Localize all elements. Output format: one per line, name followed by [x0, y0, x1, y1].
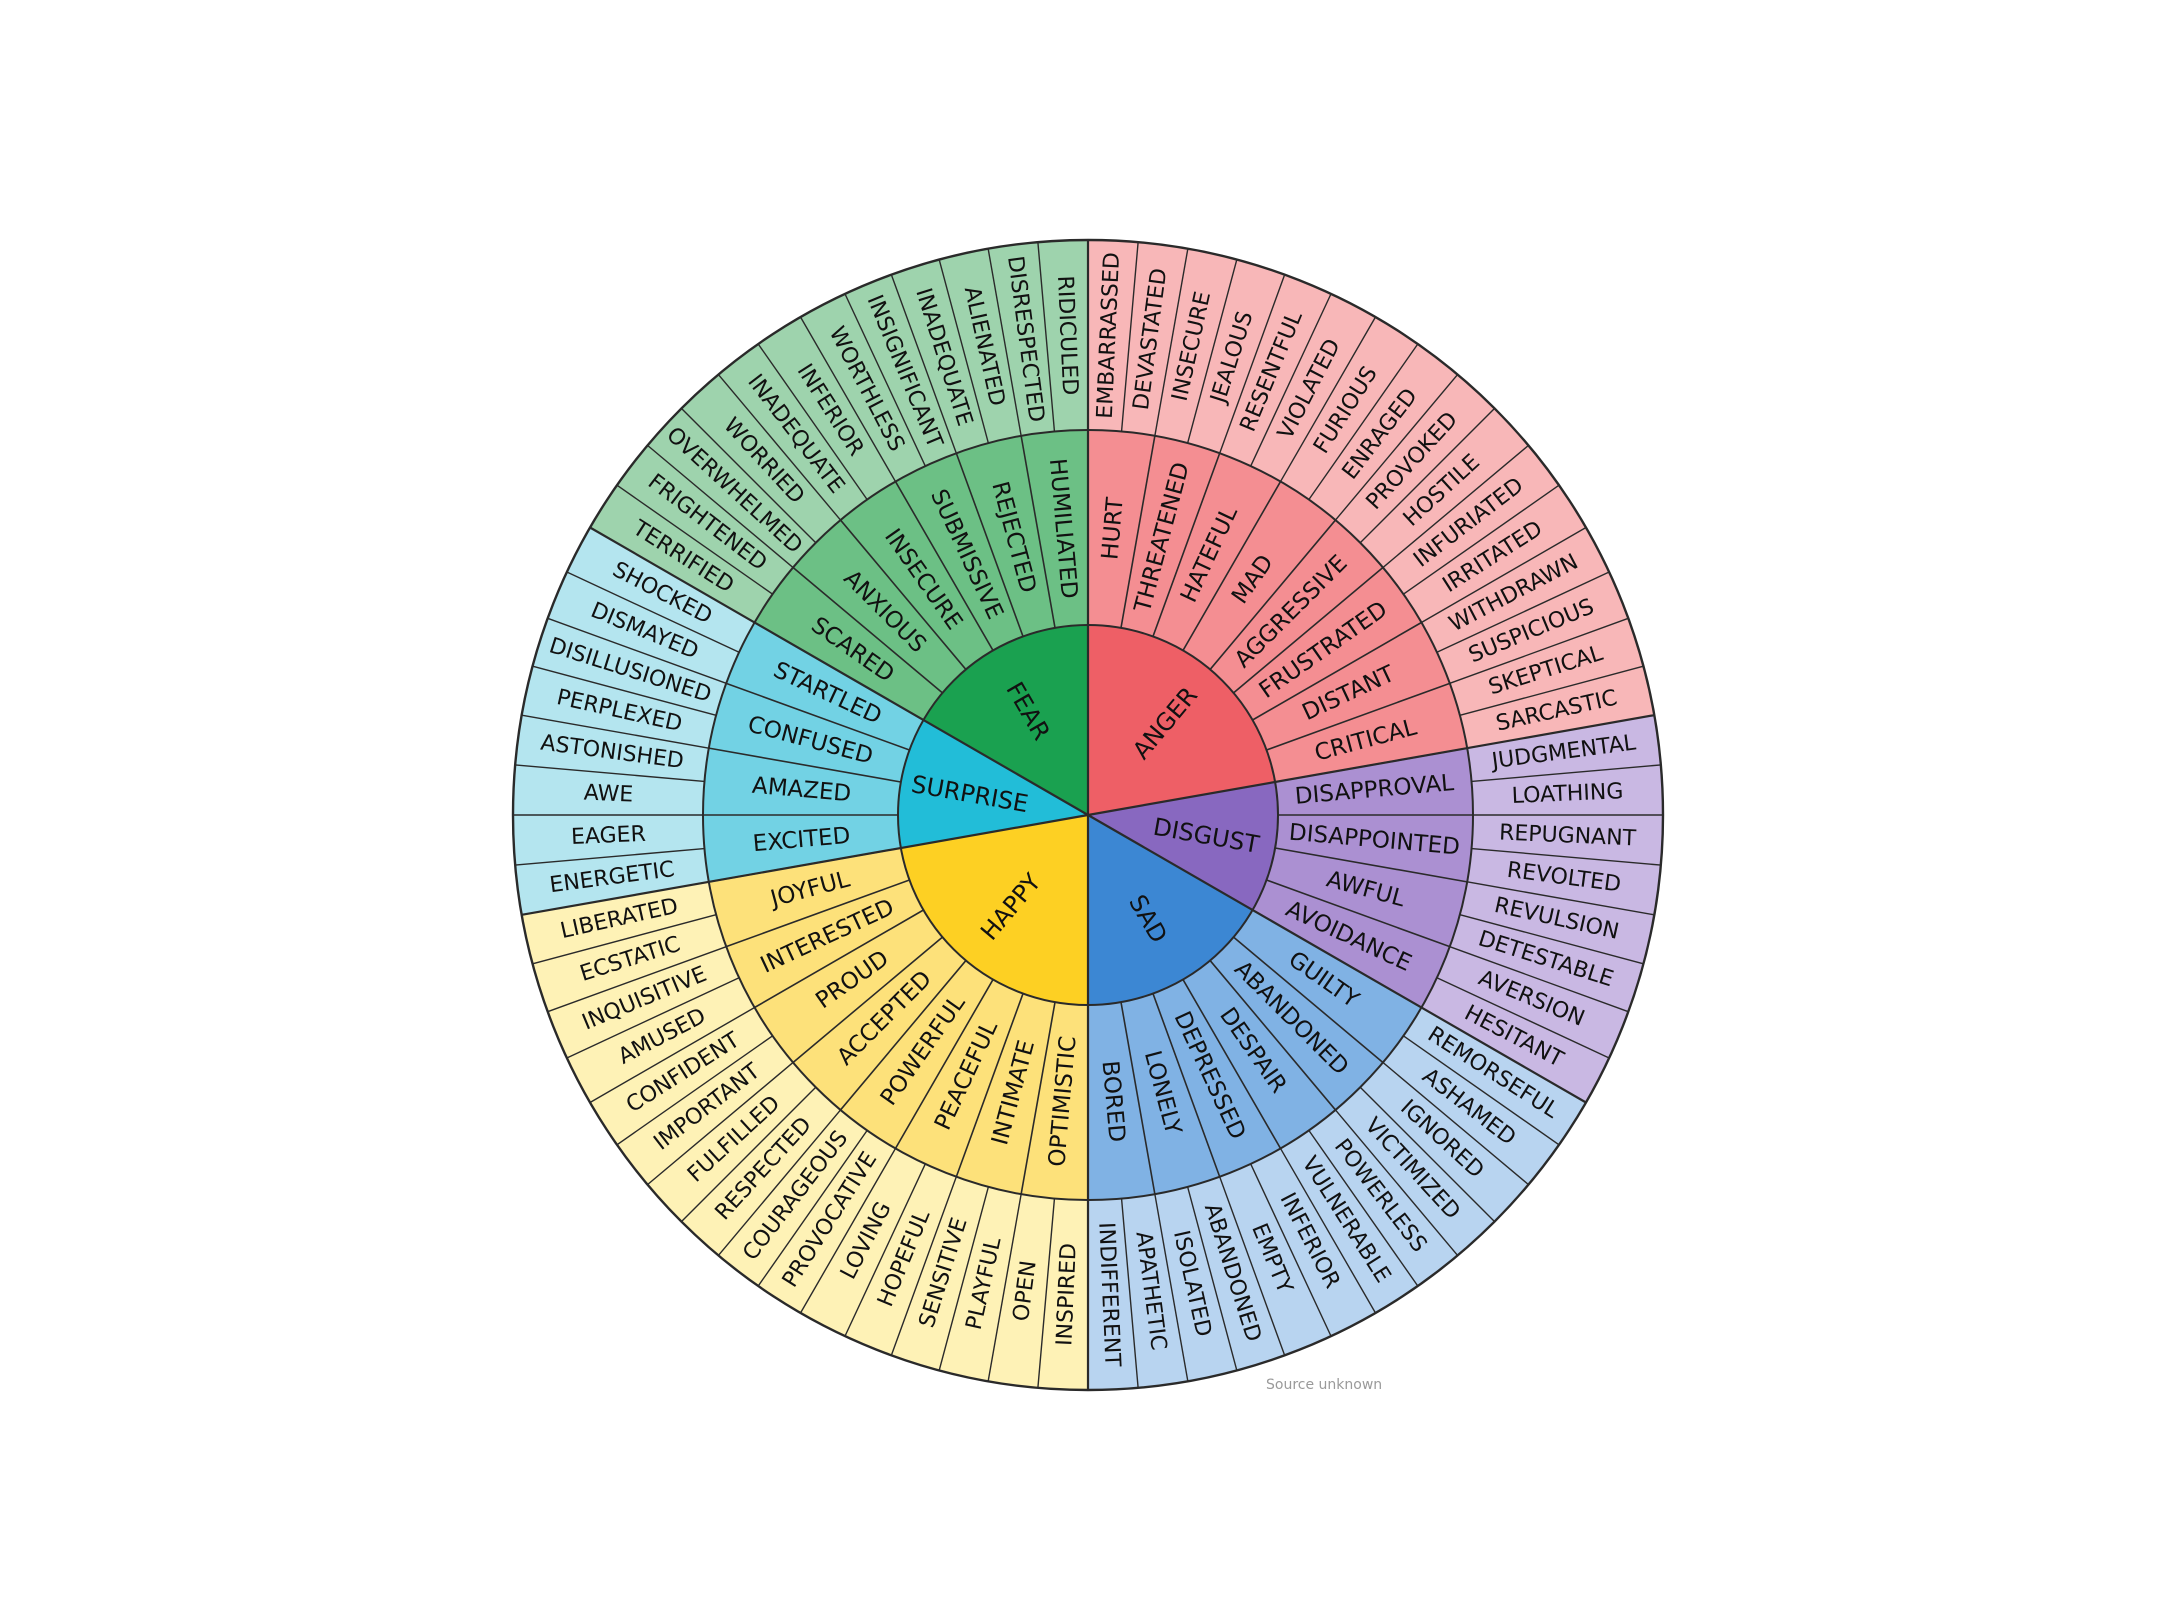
source-note: Source unknown: [1266, 1377, 1383, 1393]
outer-label-loathing: LOATHING: [1511, 779, 1624, 809]
wheel-divider-lines: [511, 238, 1665, 1392]
emotion-wheel: ANGERHURTEMBARRASSED DEVASTATEDTHREATENED…: [511, 238, 1665, 1392]
outer-label-ridiculed: RIDICULED: [1052, 275, 1082, 396]
middle-label-hurt: HURT: [1097, 495, 1128, 560]
outer-label-awe: AWE: [583, 780, 634, 807]
outer-label-inspired: INSPIRED: [1052, 1243, 1081, 1347]
outer-label-eager: EAGER: [571, 822, 647, 850]
